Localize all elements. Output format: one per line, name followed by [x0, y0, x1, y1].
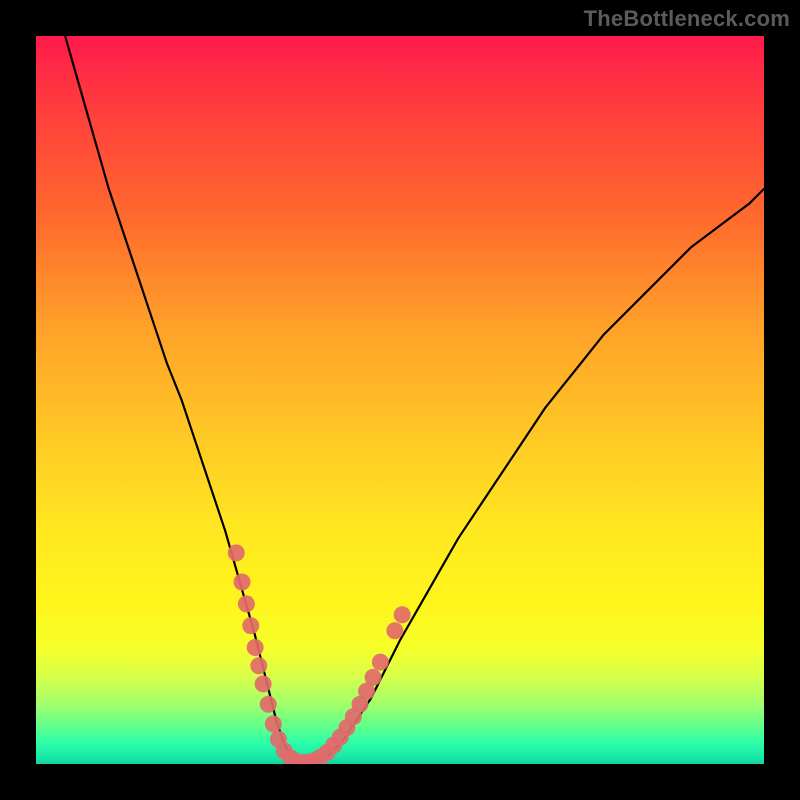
curve-marker [265, 715, 282, 732]
curve-marker [394, 606, 411, 623]
curve-marker [260, 696, 277, 713]
chart-frame: TheBottleneck.com [0, 0, 800, 800]
curve-marker [372, 654, 389, 671]
curve-marker [386, 622, 403, 639]
curve-marker [228, 544, 245, 561]
curve-marker [247, 639, 264, 656]
curve-marker [365, 669, 382, 686]
curve-marker [234, 574, 251, 591]
plot-area [36, 36, 764, 764]
curve-marker [242, 617, 259, 634]
curve-marker [238, 595, 255, 612]
curve-markers [228, 544, 411, 764]
chart-svg [36, 36, 764, 764]
curve-marker [250, 657, 267, 674]
bottleneck-curve [65, 36, 764, 764]
watermark-text: TheBottleneck.com [584, 6, 790, 32]
curve-marker [255, 675, 272, 692]
